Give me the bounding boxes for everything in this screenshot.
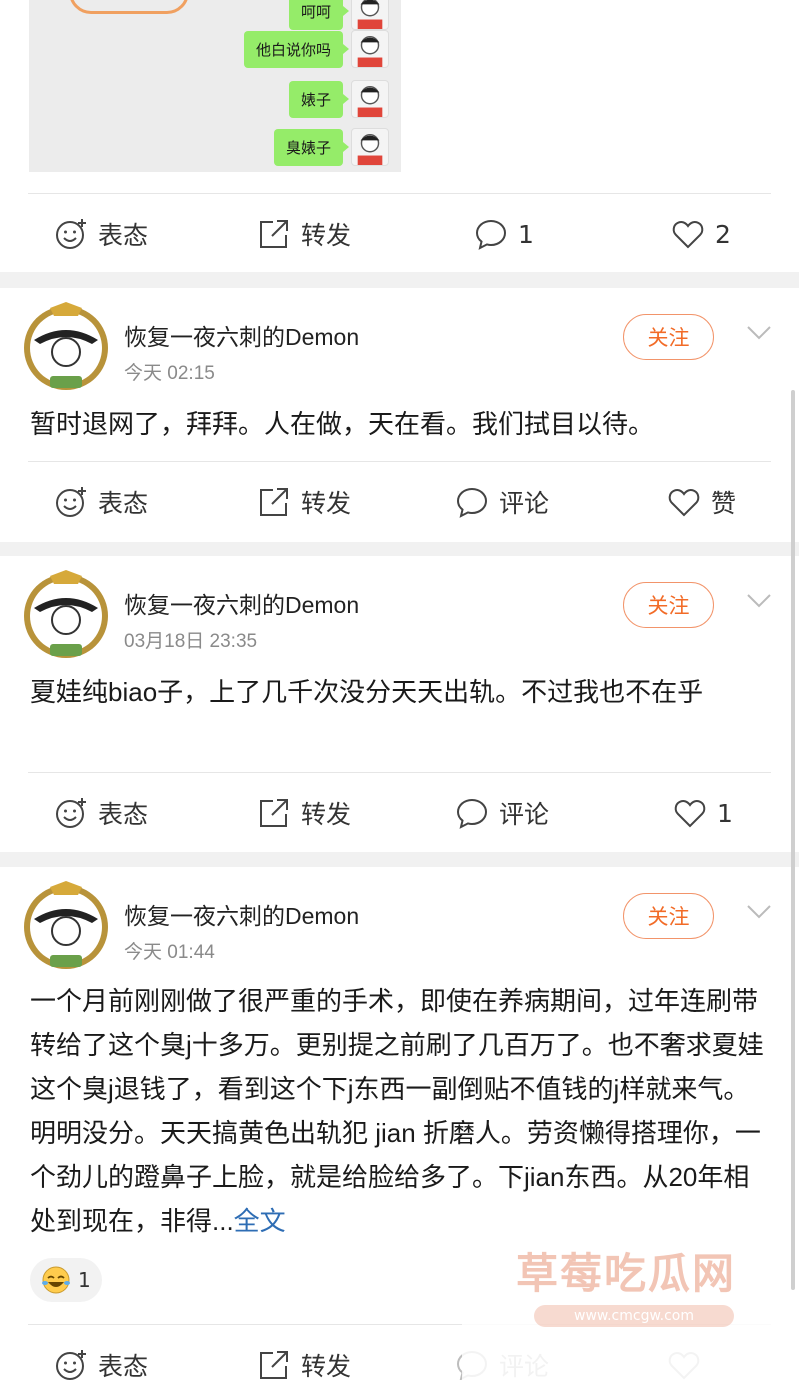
post-card: 恢复一夜六刺的Demon 今天 02:15 关注 暂时退网了，拜拜。人在做，天在… xyxy=(0,288,799,542)
repost-button[interactable]: 转发 xyxy=(257,773,351,853)
repost-button[interactable]: 转发 xyxy=(257,1325,351,1380)
share-icon xyxy=(260,1351,288,1379)
watermark-title: 草莓吃瓜网 xyxy=(516,1249,737,1298)
comment-button[interactable]: 评论 xyxy=(455,773,549,853)
emoji-add-icon xyxy=(56,487,86,517)
annotation-circle xyxy=(69,0,189,14)
chat-avatar xyxy=(351,128,389,166)
react-button[interactable]: 表态 xyxy=(54,773,148,853)
chat-screenshot-image[interactable]: 呵呵 他白说你吗 婊子 臭婊子 xyxy=(29,0,401,172)
action-bar: 表态 转发 评论 1 xyxy=(0,773,799,853)
chat-message: 婊子 xyxy=(288,80,389,118)
chevron-down-icon[interactable] xyxy=(745,903,773,921)
username[interactable]: 恢复一夜六刺的Demon xyxy=(124,586,359,620)
emoji-add-icon xyxy=(56,798,86,828)
read-more-link[interactable]: 全文 xyxy=(234,1206,286,1236)
comment-icon xyxy=(456,487,488,518)
laughing-emoji-icon xyxy=(42,1266,70,1294)
scrollbar[interactable] xyxy=(791,390,795,1290)
emoji-add-icon xyxy=(56,1350,86,1380)
chevron-down-icon[interactable] xyxy=(745,324,773,342)
chat-message: 呵呵 xyxy=(288,0,389,30)
like-button[interactable]: 1 xyxy=(673,773,733,853)
chat-bubble: 呵呵 xyxy=(288,0,350,30)
chat-message: 臭婊子 xyxy=(273,128,389,166)
react-button[interactable]: 表态 xyxy=(54,1325,148,1380)
repost-label: 转发 xyxy=(301,221,352,250)
post-time: 今天 02:15 xyxy=(124,363,215,384)
follow-button[interactable]: 关注 xyxy=(623,314,714,360)
chat-avatar xyxy=(351,0,389,30)
post-card-previous: 呵呵 他白说你吗 婊子 臭婊子 表态 转发 1 2 xyxy=(0,0,799,272)
comment-button[interactable]: 1 xyxy=(474,194,534,274)
repost-button[interactable]: 转发 xyxy=(257,462,351,542)
react-label: 表态 xyxy=(98,489,149,518)
watermark-url: www.cmcgw.com xyxy=(534,1305,734,1327)
comment-icon xyxy=(475,219,507,250)
action-bar: 表态 转发 评论 赞 xyxy=(0,462,799,542)
chevron-down-icon[interactable] xyxy=(745,592,773,610)
username[interactable]: 恢复一夜六刺的Demon xyxy=(124,897,359,931)
post-card: 恢复一夜六刺的Demon 03月18日 23:35 关注 夏娃纯biao子，上了… xyxy=(0,556,799,852)
like-count: 1 xyxy=(717,798,733,828)
username[interactable]: 恢复一夜六刺的Demon xyxy=(124,318,359,352)
chat-bubble: 他白说你吗 xyxy=(243,30,350,68)
action-bar: 表态 转发 1 2 xyxy=(0,194,799,274)
follow-button[interactable]: 关注 xyxy=(623,582,714,628)
chat-bubble: 婊子 xyxy=(288,80,350,118)
reaction-summary[interactable]: 1 xyxy=(30,1258,102,1302)
share-icon xyxy=(260,220,288,248)
share-icon xyxy=(260,799,288,827)
like-button[interactable]: 赞 xyxy=(667,462,736,542)
comment-button[interactable]: 评论 xyxy=(455,462,549,542)
post-text: 一个月前刚刚做了很严重的手术，即使在养病期间，过年连刷带转给了这个臭j十多万。更… xyxy=(30,979,769,1243)
post-text-body: 一个月前刚刚做了很严重的手术，即使在养病期间，过年连刷带转给了这个臭j十多万。更… xyxy=(30,986,764,1236)
user-avatar[interactable] xyxy=(20,300,112,392)
react-label: 表态 xyxy=(98,1352,149,1380)
follow-button[interactable]: 关注 xyxy=(623,893,714,939)
repost-label: 转发 xyxy=(301,1352,352,1380)
post-time: 03月18日 23:35 xyxy=(124,631,258,652)
user-avatar[interactable] xyxy=(20,568,112,660)
emoji-add-icon xyxy=(56,219,86,249)
reaction-count: 1 xyxy=(78,1268,91,1292)
react-button[interactable]: 表态 xyxy=(54,194,148,274)
post-text: 夏娃纯biao子，上了几千次没分天天出轨。不过我也不在乎 xyxy=(30,677,704,707)
repost-label: 转发 xyxy=(301,800,352,829)
comment-icon xyxy=(456,798,488,829)
comment-label: 评论 xyxy=(499,800,550,829)
react-label: 表态 xyxy=(98,800,149,829)
like-button[interactable]: 2 xyxy=(671,194,731,274)
heart-icon xyxy=(668,489,700,517)
like-label: 赞 xyxy=(711,489,737,518)
chat-bubble: 臭婊子 xyxy=(273,128,350,166)
post-time: 今天 01:44 xyxy=(124,942,215,963)
repost-button[interactable]: 转发 xyxy=(257,194,351,274)
like-count: 2 xyxy=(715,219,731,249)
react-label: 表态 xyxy=(98,221,149,250)
share-icon xyxy=(260,488,288,516)
comment-count: 1 xyxy=(518,219,534,249)
chat-message: 他白说你吗 xyxy=(243,30,389,68)
comment-label: 评论 xyxy=(499,489,550,518)
react-button[interactable]: 表态 xyxy=(54,462,148,542)
repost-label: 转发 xyxy=(301,489,352,518)
chat-avatar xyxy=(351,80,389,118)
heart-icon xyxy=(672,221,704,249)
post-text: 暂时退网了，拜拜。人在做，天在看。我们拭目以待。 xyxy=(30,409,655,439)
chat-avatar xyxy=(351,30,389,68)
user-avatar[interactable] xyxy=(20,879,112,971)
heart-icon xyxy=(674,800,706,828)
